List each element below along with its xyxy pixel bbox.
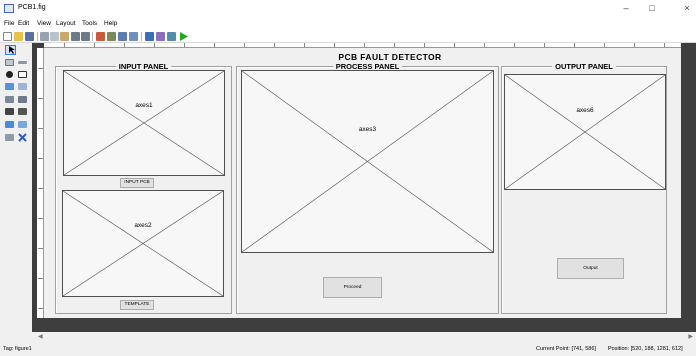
menu-layout[interactable]: Layout: [56, 20, 76, 27]
menu-tools[interactable]: Tools: [82, 20, 97, 27]
scroll-left-icon[interactable]: ◀: [38, 333, 43, 340]
toolbar-separator: [141, 32, 142, 41]
cut-icon[interactable]: [40, 32, 49, 41]
page-title[interactable]: PCB FAULT DETECTOR: [320, 52, 460, 62]
status-tag: Tag: figure1: [3, 346, 32, 352]
output-panel-title: OUTPUT PANEL: [552, 62, 616, 71]
checkbox-tool-icon[interactable]: [17, 70, 28, 79]
editor-icon[interactable]: [145, 32, 154, 41]
menu-help[interactable]: Help: [104, 20, 117, 27]
axes2-label: axes2: [134, 222, 152, 229]
open-icon[interactable]: [14, 32, 23, 41]
process-panel[interactable]: PROCESS PANEL axes3 Proceed: [236, 62, 499, 314]
popup-menu-tool-icon[interactable]: [4, 95, 15, 104]
template-button[interactable]: TEMPLATE: [120, 300, 154, 310]
toolbar-editor-icon[interactable]: [129, 32, 138, 41]
align-icon[interactable]: [96, 32, 105, 41]
close-button[interactable]: ×: [676, 2, 696, 15]
undo-icon[interactable]: [71, 32, 80, 41]
radio-button-tool-icon[interactable]: [4, 70, 15, 79]
button-group-tool-icon[interactable]: [4, 133, 15, 142]
redo-icon[interactable]: [81, 32, 90, 41]
output-button[interactable]: Output: [557, 258, 624, 279]
axes6-placeholder[interactable]: axes6: [504, 74, 666, 190]
toolbar-separator: [92, 32, 93, 41]
axes6-label: axes6: [576, 107, 594, 114]
menu-file[interactable]: File: [4, 20, 14, 27]
menu-bar: File Edit View Layout Tools Help: [0, 18, 696, 30]
pushbutton-tool-icon[interactable]: [4, 58, 15, 67]
table-tool-icon[interactable]: [17, 107, 28, 116]
figure-canvas[interactable]: PCB FAULT DETECTOR INPUT PANEL axes1 INP…: [44, 48, 681, 318]
edit-text-tool-icon[interactable]: [4, 82, 15, 91]
toolbar-separator: [37, 32, 38, 41]
window-title: PCB1.fig: [18, 4, 46, 11]
scroll-right-icon[interactable]: ▶: [688, 333, 693, 340]
proceed-button[interactable]: Proceed: [323, 277, 382, 298]
status-position: Position: [520, 188, 1281, 612]: [608, 346, 683, 352]
component-palette: [0, 43, 32, 315]
slider-tool-icon[interactable]: [17, 58, 28, 67]
copy-icon[interactable]: [50, 32, 59, 41]
window-title-bar: PCB1.fig – □ ×: [0, 0, 696, 18]
minimize-button[interactable]: –: [615, 2, 637, 15]
axes3-label: axes3: [358, 126, 377, 133]
vertical-ruler: [37, 48, 44, 318]
horizontal-scrollbar[interactable]: ◀ ▶: [32, 332, 696, 342]
guide-toolbar: [0, 30, 696, 43]
menu-view[interactable]: View: [37, 20, 51, 27]
toggle-button-tool-icon[interactable]: [4, 107, 15, 116]
activex-tool-icon[interactable]: [17, 133, 28, 142]
static-text-tool-icon[interactable]: [17, 82, 28, 91]
menu-editor-icon[interactable]: [107, 32, 116, 41]
axes2-placeholder[interactable]: axes2: [62, 190, 224, 297]
property-inspector-icon[interactable]: [156, 32, 165, 41]
new-icon[interactable]: [3, 32, 12, 41]
status-bar: Tag: figure1 Current Point: [741, 586] P…: [0, 342, 696, 356]
matlab-figure-icon: [4, 4, 14, 13]
run-icon[interactable]: [179, 32, 188, 41]
axes3-placeholder[interactable]: axes3: [241, 70, 494, 253]
output-panel[interactable]: OUTPUT PANEL axes6 Output: [501, 62, 667, 314]
menu-edit[interactable]: Edit: [18, 20, 29, 27]
input-pcb-button[interactable]: INPUT PCB: [120, 178, 154, 188]
status-current-point: Current Point: [741, 586]: [536, 346, 596, 352]
axes1-placeholder[interactable]: axes1: [63, 70, 225, 176]
tab-order-icon[interactable]: [118, 32, 127, 41]
axes-tool-icon[interactable]: [4, 120, 15, 129]
object-browser-icon[interactable]: [167, 32, 176, 41]
panel-tool-icon[interactable]: [17, 120, 28, 129]
save-icon[interactable]: [25, 32, 34, 41]
input-panel[interactable]: INPUT PANEL axes1 INPUT PCB axes2 TEMPLA…: [55, 62, 232, 314]
paste-icon[interactable]: [60, 32, 69, 41]
axes1-label: axes1: [135, 102, 153, 109]
select-tool-icon[interactable]: [5, 45, 16, 55]
listbox-tool-icon[interactable]: [17, 95, 28, 104]
maximize-button[interactable]: □: [641, 2, 663, 15]
